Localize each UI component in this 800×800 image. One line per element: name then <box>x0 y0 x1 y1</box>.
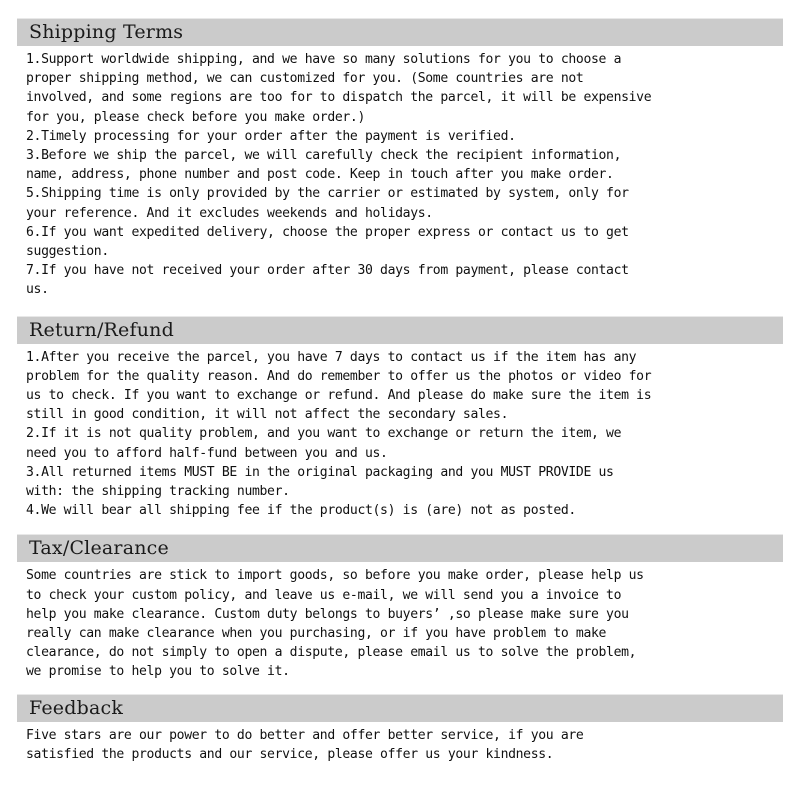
body-line: help you make clearance. Custom duty bel… <box>26 606 629 622</box>
body-line: name, address, phone number and post cod… <box>26 167 614 183</box>
top-spacer <box>0 0 800 18</box>
section-header-return-refund: Return/Refund <box>17 315 783 344</box>
section-body-shipping-terms: 1.Support worldwide shipping, and we hav… <box>0 46 800 300</box>
body-line: satisfied the products and our service, … <box>26 746 554 762</box>
body-line: 1.After you receive the parcel, you have… <box>26 349 637 365</box>
body-line: 3.All returned items MUST BE in the orig… <box>26 464 614 480</box>
body-line: 7.If you have not received your order af… <box>26 263 629 279</box>
body-line: need you to afford half-fund between you… <box>26 445 388 461</box>
body-line: 4.We will bear all shipping fee if the p… <box>26 503 576 519</box>
body-line: for you, please check before you make or… <box>26 109 365 125</box>
body-line: us to check. If you want to exchange or … <box>26 388 652 404</box>
policy-document-page: Shipping Terms 1.Support worldwide shipp… <box>0 0 800 800</box>
body-line: 5.Shipping time is only provided by the … <box>26 186 629 202</box>
section-title: Tax/Clearance <box>29 537 169 560</box>
section-body-feedback: Five stars are our power to do better an… <box>0 722 800 764</box>
body-line: 2.If it is not quality problem, and you … <box>26 426 622 442</box>
body-line: your reference. And it excludes weekends… <box>26 205 433 221</box>
body-line: involved, and some regions are too for t… <box>26 90 652 106</box>
body-line: with: the shipping tracking number. <box>26 484 290 500</box>
body-line: proper shipping method, we can customize… <box>26 71 584 87</box>
body-line: suggestion. <box>26 244 109 260</box>
body-line: 3.Before we ship the parcel, we will car… <box>26 148 622 164</box>
body-line: Five stars are our power to do better an… <box>26 727 584 743</box>
body-line: 6.If you want expedited delivery, choose… <box>26 224 629 240</box>
body-line: really can make clearance when you purch… <box>26 626 607 642</box>
body-line: we promise to help you to solve it. <box>26 664 290 680</box>
body-line: clearance, do not simply to open a dispu… <box>26 645 637 661</box>
section-header-tax-clearance: Tax/Clearance <box>17 534 783 563</box>
body-line: problem for the quality reason. And do r… <box>26 368 652 384</box>
section-return-refund: Return/Refund 1.After you receive the pa… <box>0 315 800 521</box>
body-line: to check your custom policy, and leave u… <box>26 587 622 603</box>
body-line: 1.Support worldwide shipping, and we hav… <box>26 52 622 67</box>
section-shipping-terms: Shipping Terms 1.Support worldwide shipp… <box>0 18 800 300</box>
section-title: Shipping Terms <box>29 21 184 43</box>
section-body-tax-clearance: Some countries are stick to import goods… <box>0 562 800 681</box>
body-line: 2.Timely processing for your order after… <box>26 128 516 144</box>
section-title: Feedback <box>29 696 124 719</box>
body-line: us. <box>26 282 49 298</box>
section-feedback: Feedback Five stars are our power to do … <box>0 693 800 764</box>
section-tax-clearance: Tax/Clearance Some countries are stick t… <box>0 534 800 681</box>
body-line: still in good condition, it will not aff… <box>26 407 509 423</box>
body-line: Some countries are stick to import goods… <box>26 568 644 584</box>
section-title: Return/Refund <box>29 318 174 341</box>
section-body-return-refund: 1.After you receive the parcel, you have… <box>0 344 800 521</box>
section-header-feedback: Feedback <box>17 693 783 722</box>
section-header-shipping-terms: Shipping Terms <box>17 18 783 46</box>
